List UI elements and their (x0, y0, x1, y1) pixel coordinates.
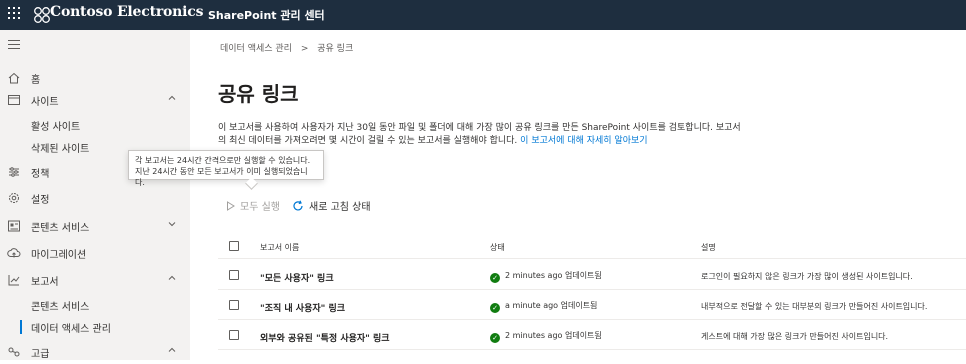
nav-migration[interactable]: 마이그레이션 (0, 241, 190, 265)
chevron-up-icon[interactable] (166, 272, 178, 284)
breadcrumb: 데이터 액세스 관리 > 공유 링크 (220, 41, 359, 54)
nav-reports[interactable]: 보고서 (0, 268, 190, 292)
report-name[interactable]: "조직 내 사용자" 링크 (260, 301, 345, 314)
nav-advanced[interactable]: 고급 (0, 340, 190, 364)
table-row[interactable]: "조직 내 사용자" 링크 ✓ a minute ago 업데이트됨 내부적으로 … (218, 293, 966, 320)
advanced-icon (8, 347, 20, 357)
page-title: 공유 링크 (218, 82, 299, 106)
nav-reports-content-services[interactable]: 콘텐츠 서비스 (31, 298, 89, 313)
nav-content-services-label: 콘텐츠 서비스 (31, 223, 90, 234)
waffle-icon[interactable] (8, 7, 22, 21)
breadcrumb-parent[interactable]: 데이터 액세스 관리 (220, 44, 292, 54)
table-header: 보고서 이름 상태 설명 (218, 236, 966, 259)
nav-content-services[interactable]: 콘텐츠 서비스 (0, 214, 190, 238)
status-text: 2 minutes ago 업데이트됨 (505, 331, 602, 340)
refresh-icon (293, 200, 303, 211)
report-description: 게스트에 대해 가장 많은 링크가 만들어진 사이트입니다. (701, 332, 889, 341)
settings-icon (9, 193, 19, 203)
status-text: a minute ago 업데이트됨 (505, 301, 598, 310)
nav-sites-label: 사이트 (31, 97, 59, 108)
nav-migration-label: 마이그레이션 (31, 250, 87, 261)
play-icon (227, 201, 235, 211)
success-icon: ✓ (490, 273, 500, 283)
policies-icon (9, 167, 19, 177)
chevron-down-icon[interactable] (166, 218, 178, 230)
run-all-label: 모두 실행 (240, 202, 280, 213)
logo-icon (34, 7, 50, 23)
report-description: 로그인이 필요하지 않은 링크가 가장 많이 생성된 사이트입니다. (701, 272, 913, 281)
refresh-status-button[interactable]: 새로 고침 상태 (292, 198, 371, 213)
report-description: 내부적으로 전달할 수 있는 대부분의 링크가 만들어진 사이트입니다. (701, 302, 928, 311)
nav-active-sites[interactable]: 활성 사이트 (31, 118, 80, 133)
row-checkbox[interactable] (229, 300, 239, 310)
header-status[interactable]: 상태 (490, 242, 505, 253)
report-status: ✓ 2 minutes ago 업데이트됨 (490, 270, 602, 283)
sidebar: 홈 사이트 활성 사이트 삭제된 사이트 정책 설정 콘텐츠 서비스 마이그레이… (0, 30, 190, 360)
nav-home-label: 홈 (31, 75, 41, 86)
header-description[interactable]: 설명 (701, 242, 716, 253)
page-description: 이 보고서를 사용하여 사용자가 지난 30일 동안 파일 및 폴더에 대해 가… (218, 122, 748, 148)
tooltip: 각 보고서는 24시간 간격으로만 실행할 수 있습니다. 지난 24시간 동안… (128, 150, 324, 190)
org-name[interactable]: Contoso Electronics (50, 4, 203, 20)
nav-sites[interactable]: 사이트 (0, 88, 190, 112)
report-name[interactable]: "모든 사용자" 링크 (260, 271, 334, 284)
description-text: 이 보고서를 사용하여 사용자가 지난 30일 동안 파일 및 폴더에 대해 가… (218, 123, 741, 146)
active-indicator (20, 320, 22, 334)
content-services-icon (8, 220, 20, 232)
refresh-status-label: 새로 고침 상태 (309, 202, 371, 213)
row-checkbox[interactable] (229, 270, 239, 280)
sites-icon (8, 95, 20, 105)
header-name[interactable]: 보고서 이름 (260, 242, 299, 253)
learn-more-link[interactable]: 이 보고서에 대해 자세히 알아보기 (520, 136, 647, 146)
nav-data-access-governance[interactable]: 데이터 액세스 관리 (31, 320, 111, 335)
nav-home[interactable]: 홈 (0, 66, 190, 90)
breadcrumb-separator: > (300, 44, 309, 54)
chevron-up-icon[interactable] (166, 92, 178, 104)
nav-policies-label: 정책 (31, 169, 50, 180)
migration-icon (7, 248, 21, 258)
report-status: ✓ 2 minutes ago 업데이트됨 (490, 330, 602, 343)
app-name[interactable]: SharePoint 관리 센터 (208, 7, 325, 23)
select-all-checkbox[interactable] (229, 241, 239, 251)
breadcrumb-current: 공유 링크 (317, 44, 354, 54)
top-bar: Contoso Electronics SharePoint 관리 센터 (0, 0, 966, 30)
tooltip-beak (245, 177, 258, 190)
success-icon: ✓ (490, 303, 500, 313)
status-text: 2 minutes ago 업데이트됨 (505, 271, 602, 280)
success-icon: ✓ (490, 333, 500, 343)
nav-settings[interactable]: 설정 (0, 186, 190, 210)
row-checkbox[interactable] (229, 330, 239, 340)
hamburger-icon[interactable] (8, 40, 20, 52)
table-row[interactable]: 외부와 공유된 "특정 사용자" 링크 ✓ 2 minutes ago 업데이트됨… (218, 323, 966, 350)
report-name[interactable]: 외부와 공유된 "특정 사용자" 링크 (260, 331, 390, 344)
chevron-up-icon[interactable] (166, 344, 178, 356)
nav-reports-label: 보고서 (31, 277, 59, 288)
nav-settings-label: 설정 (31, 195, 50, 206)
report-status: ✓ a minute ago 업데이트됨 (490, 300, 597, 313)
home-icon (8, 72, 20, 84)
nav-advanced-label: 고급 (31, 349, 50, 360)
run-all-button[interactable]: 모두 실행 (226, 198, 280, 213)
table-row[interactable]: "모든 사용자" 링크 ✓ 2 minutes ago 업데이트됨 로그인이 필요… (218, 263, 966, 290)
reports-icon (8, 275, 20, 286)
nav-deleted-sites[interactable]: 삭제된 사이트 (31, 140, 89, 155)
